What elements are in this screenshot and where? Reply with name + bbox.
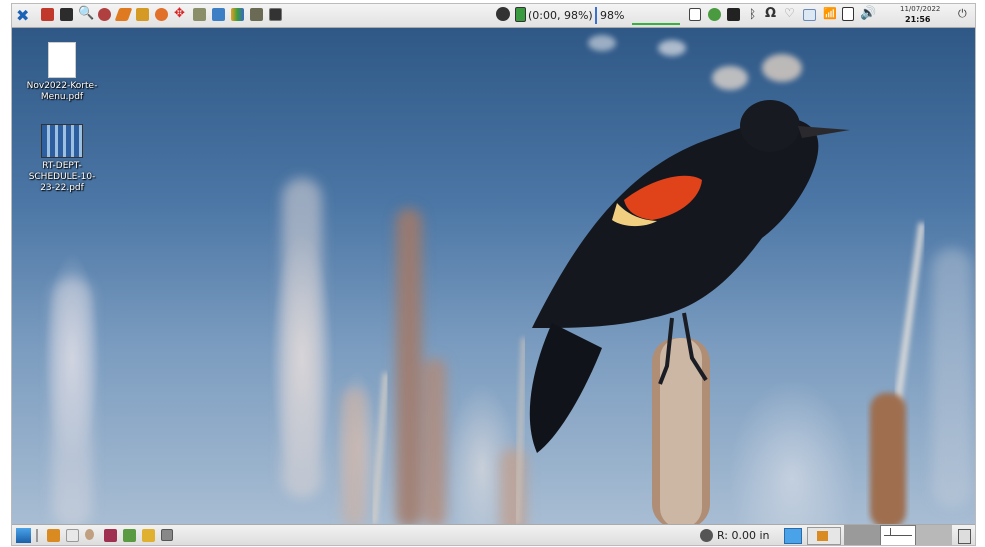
move-icon[interactable]: ✥ [174,6,185,21]
heart-icon[interactable]: ♡ [784,6,795,20]
terminal-icon[interactable] [60,8,73,21]
calendar-icon[interactable] [66,529,79,542]
battery-meter-text: 98% [600,9,625,22]
battery-icon[interactable] [515,7,526,22]
workspace-2[interactable] [880,525,916,545]
screen: ✖ 🔍 ✥ (0:00, 98%) 98% ᛒ Ω ♡ 📶 🔊 11/07/20… [0,0,985,547]
trash-icon[interactable] [958,529,971,544]
app-launcher-icon[interactable] [41,8,54,21]
paint-icon[interactable] [98,8,111,21]
bottom-panel: R: 0.00 in [12,524,975,545]
desktop-frame: ✖ 🔍 ✥ (0:00, 98%) 98% ᛒ Ω ♡ 📶 🔊 11/07/20… [11,3,976,546]
network-tool-icon[interactable] [123,529,136,542]
mail-icon[interactable] [803,9,816,21]
desktop-wallpaper[interactable]: Nov2022-Korte-Menu.pdf RT-DEPT-SCHEDULE-… [12,28,975,524]
cpu-graph [632,23,680,25]
volume-icon[interactable]: 🔊 [860,6,876,21]
battery-status-text: (0:00, 98%) [528,9,593,22]
file-manager-icon[interactable] [47,529,60,542]
calculator-icon[interactable] [193,8,206,21]
taskbar-window-2[interactable] [807,527,841,545]
network-rate-text: R: 0.00 in [717,529,770,542]
display-icon[interactable] [727,8,740,21]
screenshot-icon[interactable] [250,8,263,21]
taskbar-window-1[interactable] [784,528,802,544]
clipboard-icon[interactable] [689,8,701,21]
network-monitor-icon[interactable] [700,529,713,542]
network-globe-icon[interactable] [496,7,510,21]
show-desktop-icon[interactable] [16,528,31,543]
media-player-icon[interactable] [269,8,282,21]
notes-icon[interactable] [842,7,854,21]
ohm-icon[interactable]: Ω [765,6,776,21]
editor-icon[interactable] [212,8,225,21]
workspace-preview-line [884,535,912,536]
battery-meter-bar [595,7,597,24]
pdf-thumbnail-icon [41,124,83,158]
desktop-icon-menu-pdf[interactable]: Nov2022-Korte-Menu.pdf [26,42,98,103]
clock-date[interactable]: 11/07/2022 [900,5,940,13]
pdf-file-icon [48,42,76,78]
package-icon[interactable] [136,8,149,21]
panel-separator [36,529,38,542]
chart-app-icon[interactable] [231,8,244,21]
menu-x-icon[interactable]: ✖ [16,6,29,25]
pen-icon[interactable] [114,8,133,21]
wallpaper-bird-on-cattails [52,35,972,524]
workspace-preview-line [890,528,891,536]
bluetooth-icon[interactable]: ᛒ [749,7,756,21]
power-icon[interactable]: ⏻ [958,7,967,21]
tools-icon[interactable] [155,8,168,21]
top-panel: ✖ 🔍 ✥ (0:00, 98%) 98% ᛒ Ω ♡ 📶 🔊 11/07/20… [12,4,975,28]
search-icon[interactable]: 🔍 [78,6,94,21]
mouse-icon[interactable] [85,529,94,540]
window-icon[interactable] [161,529,173,541]
update-icon[interactable] [708,8,721,21]
desktop-icon-schedule-pdf[interactable]: RT-DEPT-SCHEDULE-10-23-22.pdf [26,124,98,194]
workspace-1[interactable] [844,525,880,545]
archive-icon[interactable] [142,529,155,542]
taskbar-app-icon [817,531,828,541]
desktop-icon-label: RT-DEPT-SCHEDULE-10-23-22.pdf [28,161,96,193]
signal-icon[interactable]: 📶 [823,7,837,20]
workspace-3[interactable] [916,525,952,545]
clock-time[interactable]: 21:56 [905,15,930,24]
desktop-icon-label: Nov2022-Korte-Menu.pdf [26,81,98,102]
viewer-icon[interactable] [104,529,117,542]
